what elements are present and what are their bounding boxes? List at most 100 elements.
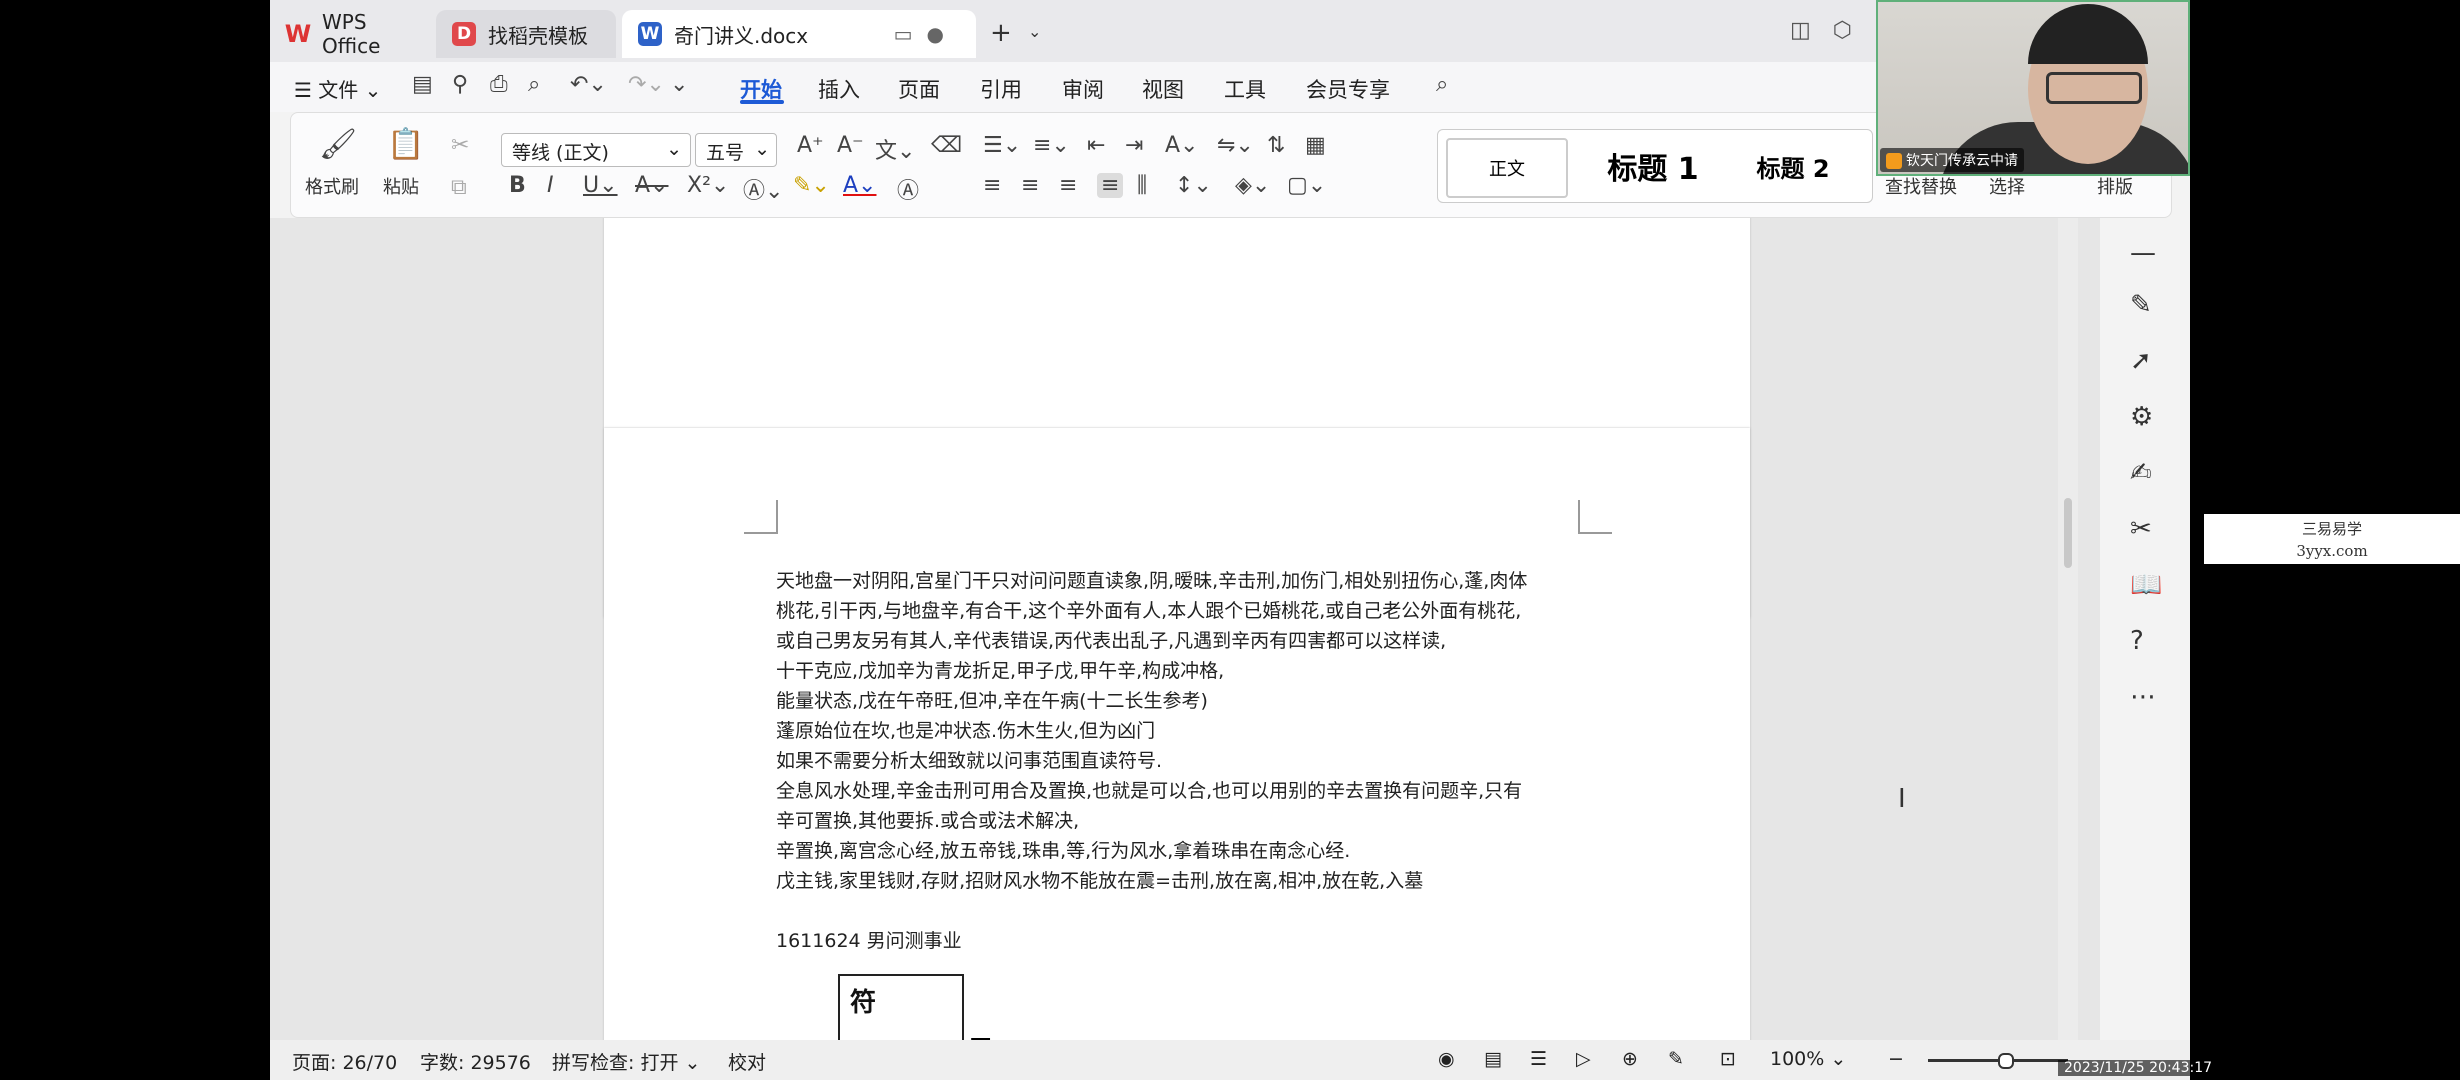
grow-font-icon[interactable]: A⁺ [797,133,824,158]
text-direction-icon[interactable]: A⌄ [1165,133,1198,158]
tab-wps-office[interactable]: W WPS Office [270,10,430,58]
numbering-icon[interactable]: ≡⌄ [1033,133,1070,158]
tab-document[interactable]: W 奇门讲义.docx ▭● [622,10,976,58]
char-shading-icon[interactable]: Ⓐ [897,173,919,205]
distribute-icon[interactable]: ⫼ [1137,173,1147,198]
word-count[interactable]: 字数: 29576 [420,1048,531,1075]
page-count[interactable]: 页面: 26/70 [292,1048,397,1075]
help-icon[interactable]: ? [2130,626,2144,656]
increase-indent-icon[interactable]: ⇥ [1125,133,1143,158]
window-tools-icon[interactable]: ◫⬡ [1790,18,1874,43]
paste-button[interactable]: 粘贴 [383,173,419,199]
more-icon[interactable]: ⌄ [670,72,688,97]
tab-view[interactable]: 视图 [1142,74,1184,104]
page-view-icon[interactable]: ▤ [1484,1048,1502,1070]
search-icon[interactable]: ⌕ [1436,72,1448,97]
find-replace-button[interactable]: 查找替换 [1885,173,1957,199]
tools-icon[interactable]: ✂ [2130,514,2152,544]
zoom-slider-handle[interactable] [1998,1053,2014,1069]
undo-icon[interactable]: ↶⌄ [570,72,607,97]
font-color-icon[interactable]: A⌄ [843,173,876,198]
adjust-icon[interactable]: ⚙ [2130,402,2153,432]
phonetic-icon[interactable]: 文⌄ [875,133,915,165]
collapse-icon[interactable]: — [2130,238,2156,268]
spell-check-label: 拼写检查: 打开 [552,1052,679,1074]
align-center-icon[interactable]: ≡ [1021,173,1039,198]
paragraph: 如果不需要分析太细致就以问事范围直读符号. [776,750,1163,772]
new-tab-icon[interactable]: + [990,18,1012,48]
style-heading1[interactable]: 标题 1 [1578,138,1728,194]
format-painter-icon[interactable]: 🖌 [319,127,357,162]
superscript-icon[interactable]: X²⌄ [687,173,729,198]
book-icon[interactable]: 📖 [2130,570,2162,600]
tab-controls-icon[interactable]: ▭● [894,22,958,46]
style-normal[interactable]: 正文 [1446,138,1568,198]
pen-icon[interactable]: ✎ [2130,290,2152,320]
sort-icon[interactable]: ⇅ [1267,133,1285,158]
highlight-icon[interactable]: ✎⌄ [793,173,830,198]
spell-check[interactable]: 拼写检查: 打开 ⌄ [552,1048,700,1075]
ai-write-icon[interactable]: ✍ [2130,458,2152,488]
align-right-icon[interactable]: ≡ [1059,173,1077,198]
outline-view-icon[interactable]: ☰ [1530,1048,1547,1070]
web-view-icon[interactable]: ⊕ [1622,1048,1638,1070]
tab-tools[interactable]: 工具 [1224,74,1266,104]
shrink-font-icon[interactable]: A⁻ [837,133,864,158]
menu-file[interactable]: ☰ 文件 ⌄ [294,74,381,103]
eye-icon[interactable]: ◉ [1438,1048,1455,1070]
shading-icon[interactable]: ◈⌄ [1235,173,1270,198]
document-body[interactable]: 天地盘一对阴阳,宫星门干只对问问题直读象,阴,暧昧,辛击刑,加伤门,相处别扭伤心… [776,566,1576,956]
fit-page-icon[interactable]: ⊡ [1720,1048,1736,1070]
cut-icon[interactable]: ✂ [451,133,469,158]
proofread-button[interactable]: 校对 [728,1048,766,1075]
decrease-indent-icon[interactable]: ⇤ [1087,133,1105,158]
person-glasses [2046,72,2142,104]
justify-icon[interactable]: ≡ [1097,173,1124,198]
tab-template[interactable]: D 找稻壳模板 [436,10,616,58]
strikethrough-icon[interactable]: A⌄ [635,173,668,198]
chevron-down-icon[interactable]: ⌄ [1028,22,1041,41]
tab-reference[interactable]: 引用 [980,74,1022,104]
copy-icon[interactable]: ⧉ [451,175,467,200]
paste-icon[interactable]: 📋 [387,127,424,162]
document-canvas[interactable]: 天地盘一对阴阳,宫星门干只对问问题直读象,阴,暧昧,辛击刑,加伤门,相处别扭伤心… [270,218,2100,1040]
borders-icon[interactable]: ▢⌄ [1287,173,1326,198]
align-left-icon[interactable]: ≡ [983,173,1001,198]
watermark: 三易易学 3yyx.com [2204,514,2460,564]
tab-insert[interactable]: 插入 [818,74,860,104]
format-painter-button[interactable]: 格式刷 [305,173,359,199]
arrange-button[interactable]: 排版 [2097,173,2133,199]
font-size-select[interactable]: 五号 ⌄ [695,133,777,167]
scroll-thumb[interactable] [2064,498,2072,568]
save-icon[interactable]: ▤ [412,72,433,97]
line-break-icon[interactable]: ⇋⌄ [1217,133,1254,158]
pen-mode-icon[interactable]: ✎ [1668,1048,1684,1070]
bold-icon[interactable]: B [509,173,526,198]
tab-review[interactable]: 审阅 [1062,74,1104,104]
play-icon[interactable]: ▷ [1576,1048,1591,1070]
more-icon[interactable]: ⋯ [2130,682,2156,712]
zoom-value: 100% [1770,1048,1825,1070]
print-icon[interactable]: ⎙ [490,72,508,97]
bullets-icon[interactable]: ☰⌄ [983,133,1021,158]
select-arrow-icon[interactable]: ➚ [2130,346,2152,376]
paragraph: 辛可置换,其他要拆.或合或法术解决, [776,810,1080,832]
underline-icon[interactable]: U⌄ [583,173,618,198]
zoom-out-icon[interactable]: − [1888,1048,1904,1070]
link-icon[interactable]: ⚲ [452,72,468,97]
zoom-level[interactable]: 100% ⌄ [1770,1048,1846,1070]
vertical-scrollbar[interactable] [2058,218,2078,1040]
italic-icon[interactable]: I [547,173,554,198]
preview-icon[interactable]: ⌕ [528,72,540,97]
line-spacing-icon[interactable]: ↕⌄ [1175,173,1212,198]
style-heading2[interactable]: 标题 2 [1728,138,1858,194]
tab-member[interactable]: 会员专享 [1306,74,1390,104]
redo-icon[interactable]: ↷⌄ [628,72,665,97]
chart-char: 符 [850,988,877,1018]
select-button[interactable]: 选择 [1989,173,2025,199]
table-border-icon[interactable]: ▦ [1305,133,1326,158]
eraser-icon[interactable]: ⌫ [931,133,962,158]
tab-page[interactable]: 页面 [898,74,940,104]
text-effect-icon[interactable]: Ⓐ⌄ [743,173,783,205]
font-name-select[interactable]: 等线 (正文) ⌄ [501,133,691,167]
